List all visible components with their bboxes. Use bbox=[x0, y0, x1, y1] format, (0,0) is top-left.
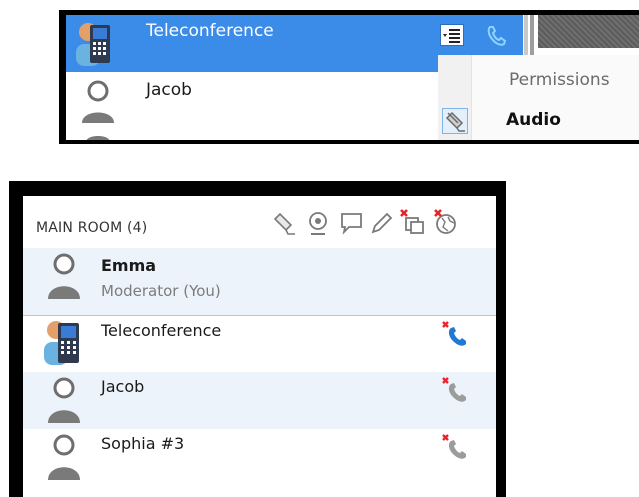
menu-list-icon bbox=[443, 29, 460, 43]
participant-row[interactable]: Jacob bbox=[66, 72, 438, 140]
person-icon bbox=[48, 253, 80, 299]
participant-name: Teleconference bbox=[101, 321, 222, 340]
phone-icon[interactable] bbox=[484, 23, 510, 49]
person-icon bbox=[86, 136, 110, 140]
participant-role: Moderator (You) bbox=[101, 282, 221, 300]
chat-icon[interactable] bbox=[339, 210, 365, 236]
room-panel: MAIN ROOM (4) Emma Moderator (You) Telec… bbox=[23, 196, 496, 497]
participant-name: Sophia #3 bbox=[101, 434, 185, 453]
room-toolbar bbox=[271, 208, 496, 238]
share-muted-icon[interactable] bbox=[399, 208, 427, 236]
participant-row-jacob[interactable]: Jacob bbox=[23, 372, 496, 429]
phone-muted-grey-icon[interactable] bbox=[441, 433, 471, 463]
teleconference-icon bbox=[76, 23, 110, 66]
phone-muted-blue-icon[interactable] bbox=[441, 320, 471, 350]
participant-row-sophia[interactable]: Sophia #3 bbox=[23, 429, 496, 485]
mic-icon bbox=[442, 108, 468, 134]
participant-name: Emma bbox=[101, 256, 157, 275]
top-panel: Teleconference Jacob Permissions Audio bbox=[66, 15, 639, 140]
person-icon bbox=[48, 434, 80, 480]
participant-row-teleconference[interactable]: Teleconference bbox=[23, 316, 496, 372]
menu-item-permissions[interactable]: Permissions bbox=[509, 70, 610, 90]
room-title: MAIN ROOM (4) bbox=[36, 220, 148, 236]
globe-muted-icon[interactable] bbox=[431, 208, 459, 236]
webcam-icon[interactable] bbox=[305, 210, 331, 236]
participant-name: Jacob bbox=[101, 377, 145, 396]
phone-muted-grey-icon[interactable] bbox=[441, 376, 471, 406]
person-icon bbox=[48, 377, 80, 423]
participant-menu-button[interactable] bbox=[440, 24, 464, 46]
teleconference-icon bbox=[44, 321, 79, 365]
adjacent-panel-header bbox=[538, 15, 639, 48]
mic-permission-icon[interactable] bbox=[271, 210, 297, 236]
menu-item-audio[interactable]: Audio bbox=[506, 110, 561, 130]
participant-name: Teleconference bbox=[146, 21, 274, 41]
person-icon bbox=[82, 80, 114, 123]
pencil-icon[interactable] bbox=[369, 210, 395, 236]
participant-name: Jacob bbox=[146, 80, 192, 100]
participant-row-emma[interactable]: Emma Moderator (You) bbox=[23, 248, 496, 315]
